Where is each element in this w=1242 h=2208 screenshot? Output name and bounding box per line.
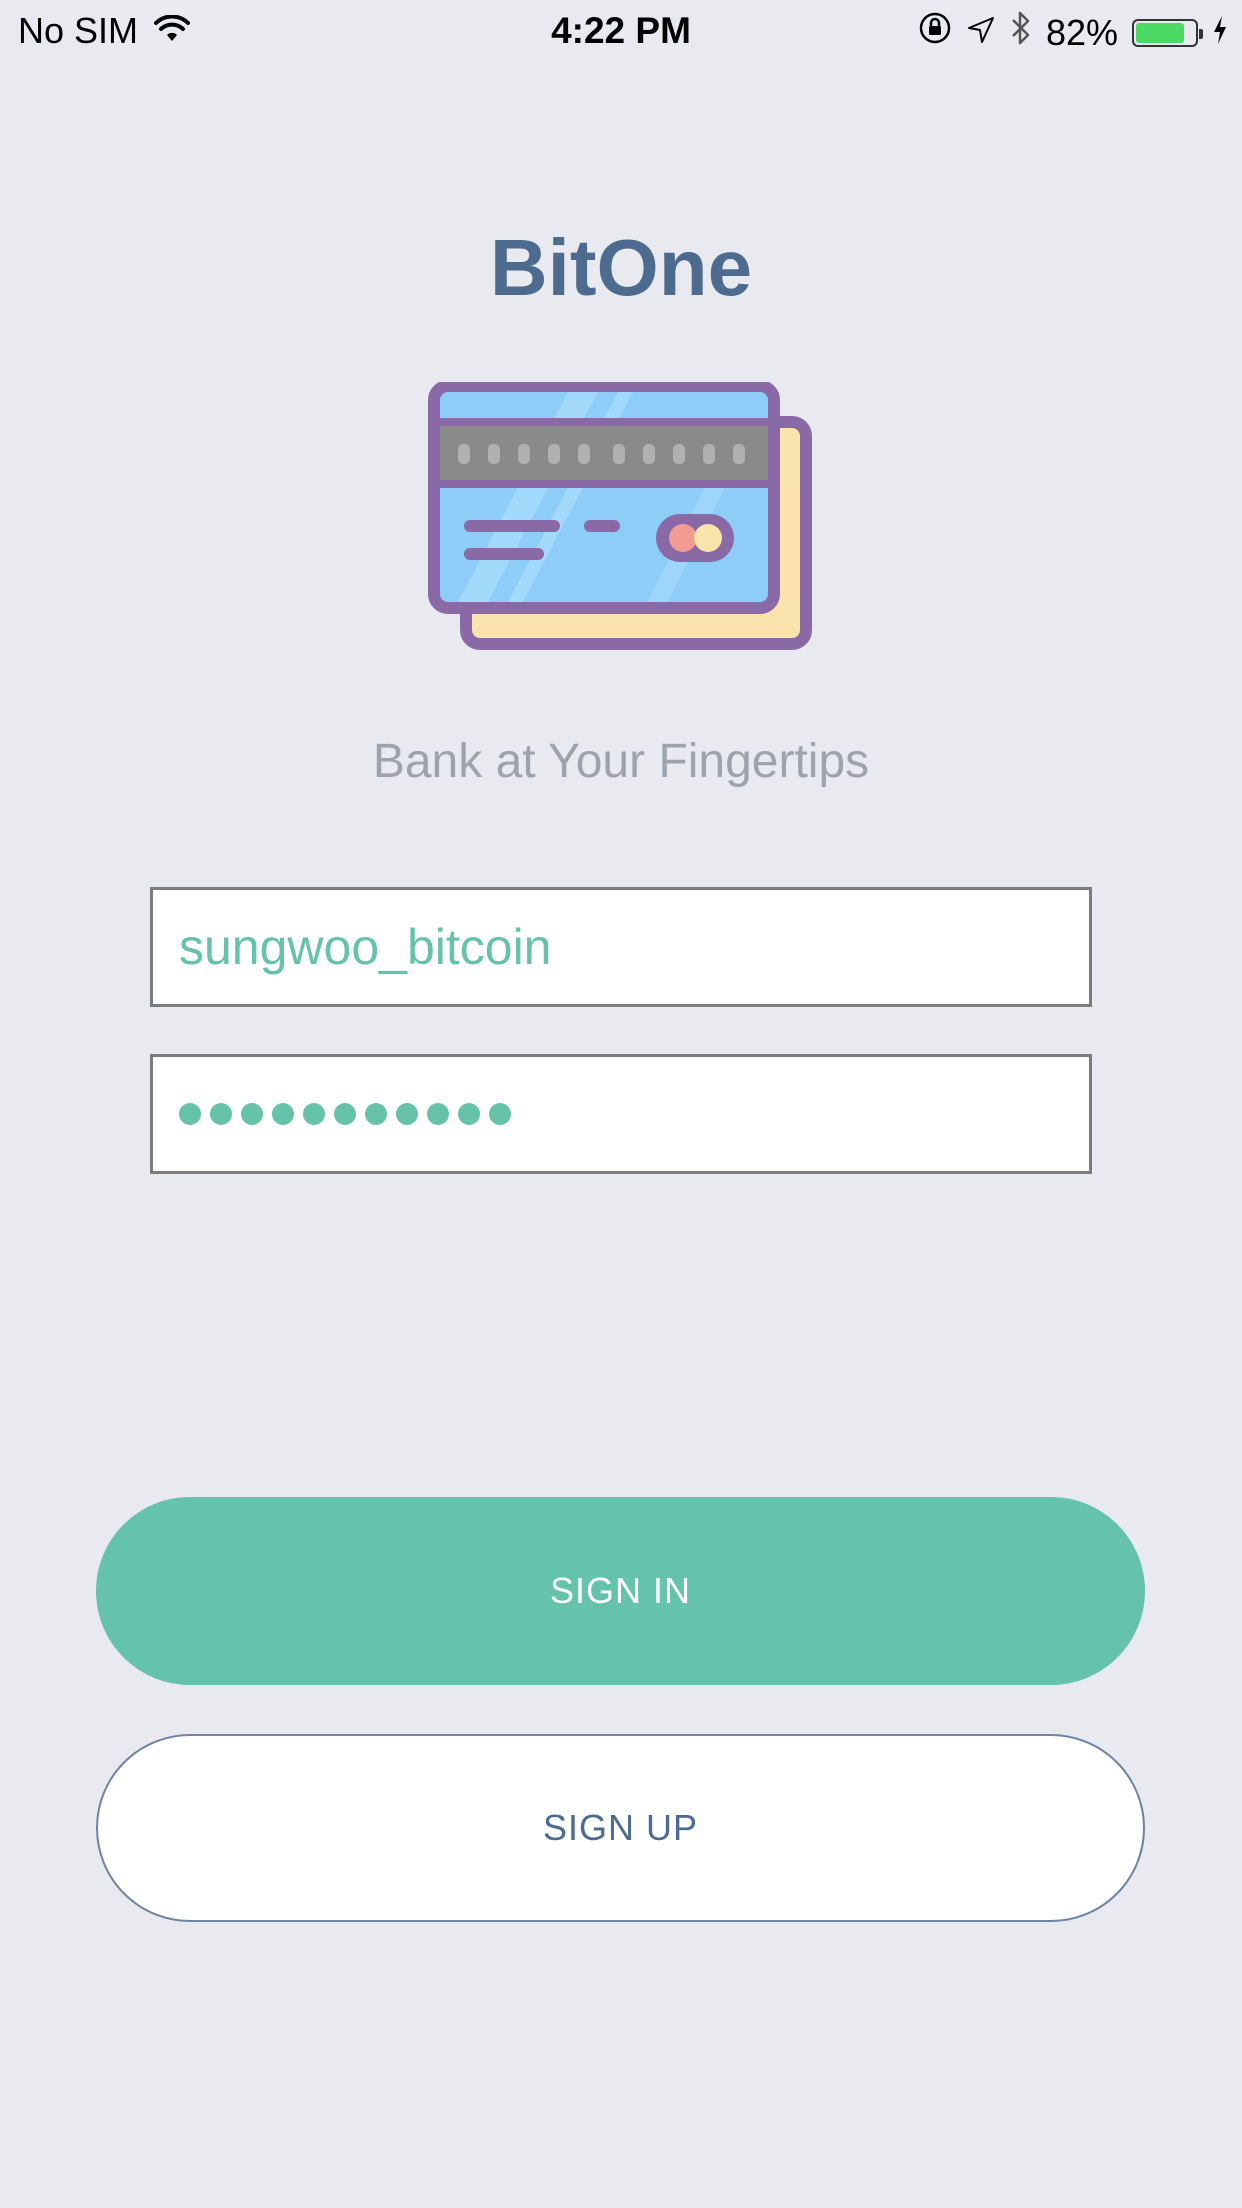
password-input[interactable]: [179, 1103, 520, 1125]
battery-fill: [1136, 22, 1184, 43]
status-bar-right: 82%: [904, 10, 1228, 55]
password-dot: [489, 1103, 511, 1125]
credit-cards-icon: [428, 380, 814, 652]
status-bar: No SIM 4:22 PM 82%: [0, 0, 1242, 62]
password-dot: [303, 1103, 325, 1125]
password-dot: [210, 1103, 232, 1125]
password-dot: [396, 1103, 418, 1125]
tagline: Bank at Your Fingertips: [372, 735, 870, 788]
location-icon: [966, 12, 996, 54]
password-dot: [179, 1103, 201, 1125]
username-input[interactable]: [179, 918, 1089, 976]
sign-in-button[interactable]: SIGN IN: [96, 1497, 1145, 1685]
password-dot: [365, 1103, 387, 1125]
sign-up-label: SIGN UP: [542, 1807, 699, 1848]
battery-nub: [1199, 28, 1203, 39]
sign-up-button[interactable]: SIGN UP: [96, 1734, 1145, 1922]
battery-percent: 82%: [1045, 11, 1118, 53]
login-screen: No SIM 4:22 PM 82% BitOne Bank at Your F…: [0, 0, 1242, 2208]
app-title: BitOne: [489, 223, 753, 312]
password-dot: [241, 1103, 263, 1125]
bluetooth-icon: [1010, 10, 1032, 55]
charging-icon: [1212, 12, 1228, 54]
password-field[interactable]: [150, 1054, 1092, 1174]
password-dot: [458, 1103, 480, 1125]
battery-icon: [1132, 18, 1203, 47]
password-dot: [334, 1103, 356, 1125]
sign-in-label: SIGN IN: [549, 1570, 691, 1611]
password-dot: [427, 1103, 449, 1125]
orientation-lock-icon: [918, 11, 952, 54]
username-field[interactable]: [150, 887, 1092, 1007]
password-dot: [272, 1103, 294, 1125]
